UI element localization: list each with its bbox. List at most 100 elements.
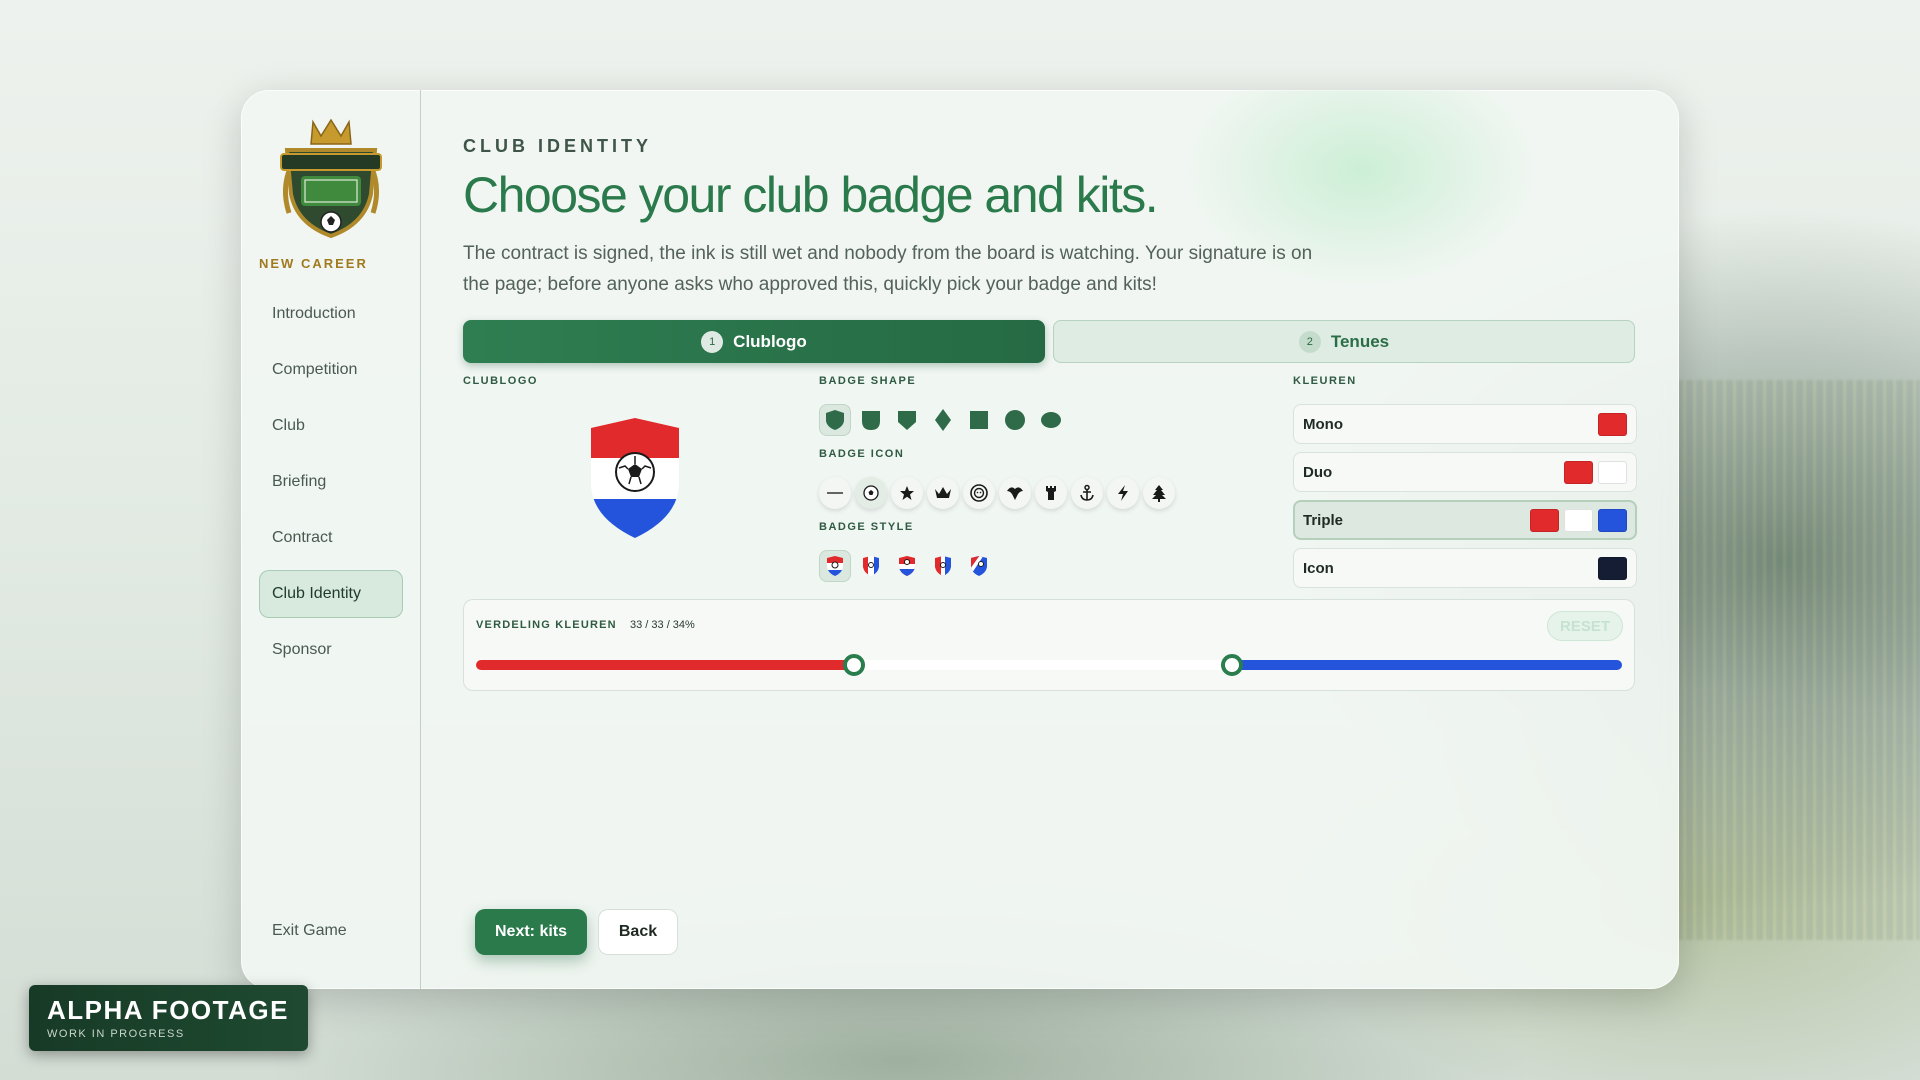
icon-tree-option[interactable] — [1143, 477, 1175, 509]
shape-oval-option[interactable] — [1035, 404, 1067, 436]
color-option-icon[interactable]: Icon — [1293, 548, 1637, 588]
anchor-icon — [1080, 484, 1094, 501]
back-button[interactable]: Back — [598, 909, 678, 955]
tab-step-number: 1 — [701, 330, 724, 353]
sidebar-item-sponsor[interactable]: Sponsor — [259, 626, 403, 674]
shield-diagonal-icon — [971, 556, 987, 576]
tab-label: Tenues — [1330, 331, 1390, 351]
shape-shield-round-option[interactable] — [855, 404, 887, 436]
sidebar-nav: Introduction Competition Club Briefing C… — [259, 290, 403, 682]
color-swatch — [1598, 556, 1627, 580]
sidebar-item-club[interactable]: Club — [259, 402, 403, 450]
sidebar-item-competition[interactable]: Competition — [259, 346, 403, 394]
shield-band-icon — [899, 556, 915, 576]
clublogo-label: CLUBLOGO — [463, 375, 538, 387]
shield-round-icon — [862, 411, 880, 430]
icon-anchor-option[interactable] — [1071, 477, 1103, 509]
color-option-duo[interactable]: Duo — [1293, 452, 1637, 492]
exit-game-link[interactable]: Exit Game — [272, 922, 347, 940]
icon-crown-option[interactable] — [927, 477, 959, 509]
shield-classic-icon — [826, 410, 844, 430]
color-swatch — [1598, 412, 1627, 436]
none-icon — [827, 492, 843, 494]
shape-diamond-option[interactable] — [927, 404, 959, 436]
icon-lightning-option[interactable] — [1107, 477, 1139, 509]
step-tabs: 1 Clublogo 2 Tenues — [463, 320, 1635, 363]
castle-icon — [1046, 486, 1056, 500]
icon-star-option[interactable] — [891, 477, 923, 509]
distribution-segment-blue — [1232, 660, 1622, 670]
sidebar-item-contract[interactable]: Contract — [259, 514, 403, 562]
color-option-label: Duo — [1303, 463, 1333, 481]
color-swatch — [1598, 508, 1627, 532]
shape-circle-option[interactable] — [999, 404, 1031, 436]
shape-shield-pointed-option[interactable] — [891, 404, 923, 436]
square-icon — [970, 411, 988, 429]
watermark-subtitle: WORK IN PROGRESS — [47, 1028, 185, 1040]
style-diagonal-option[interactable] — [963, 550, 995, 582]
shield-vertical-stripes-icon — [863, 556, 879, 576]
tab-label: Clublogo — [733, 331, 807, 351]
badge-icon-label: BADGE ICON — [819, 448, 905, 460]
icon-eagle-option[interactable] — [999, 477, 1031, 509]
reset-button[interactable]: RESET — [1547, 611, 1623, 641]
new-career-label: NEW CAREER — [259, 256, 368, 271]
tree-icon — [1152, 485, 1166, 502]
color-distribution-panel: VERDELING KLEUREN 33 / 33 / 34% RESET — [463, 599, 1635, 691]
setup-panel: NEW CAREER Introduction Competition Club… — [241, 90, 1679, 989]
lion-icon — [970, 484, 988, 502]
oval-icon — [1041, 412, 1061, 428]
color-scheme-options: Mono Duo Triple Icon — [1293, 404, 1637, 596]
badge-shape-label: BADGE SHAPE — [819, 375, 917, 387]
sidebar-item-club-identity[interactable]: Club Identity — [259, 570, 403, 618]
distribution-value: 33 / 33 / 34% — [630, 619, 695, 631]
badge-icon-options — [819, 477, 1175, 509]
sidebar-item-briefing[interactable]: Briefing — [259, 458, 403, 506]
club-builder-logo — [280, 118, 382, 239]
tab-step-number: 2 — [1298, 330, 1321, 353]
badge-ball-icon — [615, 452, 655, 492]
crowd-background — [1660, 380, 1920, 940]
crown-icon — [935, 487, 951, 498]
football-icon — [863, 485, 879, 501]
tab-tenues[interactable]: 2 Tenues — [1053, 320, 1635, 363]
sidebar-item-introduction[interactable]: Introduction — [259, 290, 403, 338]
shape-shield-classic-option[interactable] — [819, 404, 851, 436]
next-kits-button[interactable]: Next: kits — [475, 909, 587, 955]
main-content: CLUB IDENTITY Choose your club badge and… — [463, 90, 1679, 989]
distribution-handle-1[interactable] — [843, 654, 866, 676]
badge-preview — [591, 418, 679, 538]
color-option-mono[interactable]: Mono — [1293, 404, 1637, 444]
style-vertical-stripes-option[interactable] — [855, 550, 887, 582]
shield-horizontal-stripes-icon — [827, 556, 843, 576]
badge-style-options — [819, 550, 995, 582]
color-option-triple[interactable]: Triple — [1293, 500, 1637, 540]
distribution-handle-2[interactable] — [1221, 654, 1244, 676]
icon-football-option[interactable] — [855, 477, 887, 509]
lightning-icon — [1118, 485, 1128, 501]
tab-clublogo[interactable]: 1 Clublogo — [463, 320, 1045, 363]
style-split-option[interactable] — [927, 550, 959, 582]
eagle-icon — [1007, 487, 1023, 500]
section-eyebrow: CLUB IDENTITY — [463, 136, 652, 156]
style-horizontal-stripes-option[interactable] — [819, 550, 851, 582]
distribution-label: VERDELING KLEUREN — [476, 619, 617, 631]
distribution-slider-track[interactable] — [476, 654, 1622, 676]
color-option-label: Triple — [1303, 511, 1344, 529]
color-swatch — [1564, 460, 1593, 484]
style-band-option[interactable] — [891, 550, 923, 582]
alpha-footage-watermark: ALPHA FOOTAGE WORK IN PROGRESS — [29, 985, 308, 1051]
shape-square-option[interactable] — [963, 404, 995, 436]
icon-none-option[interactable] — [819, 477, 851, 509]
shield-split-icon — [935, 556, 951, 576]
icon-lion-option[interactable] — [963, 477, 995, 509]
distribution-segment-red — [476, 660, 855, 670]
watermark-title: ALPHA FOOTAGE — [47, 995, 289, 1025]
page-description: The contract is signed, the ink is still… — [463, 243, 1313, 295]
color-option-label: Mono — [1303, 415, 1343, 433]
icon-castle-option[interactable] — [1035, 477, 1067, 509]
badge-shape-options — [819, 404, 1067, 436]
color-swatch — [1530, 508, 1559, 532]
kleuren-label: KLEUREN — [1293, 375, 1357, 387]
diamond-icon — [935, 409, 951, 431]
